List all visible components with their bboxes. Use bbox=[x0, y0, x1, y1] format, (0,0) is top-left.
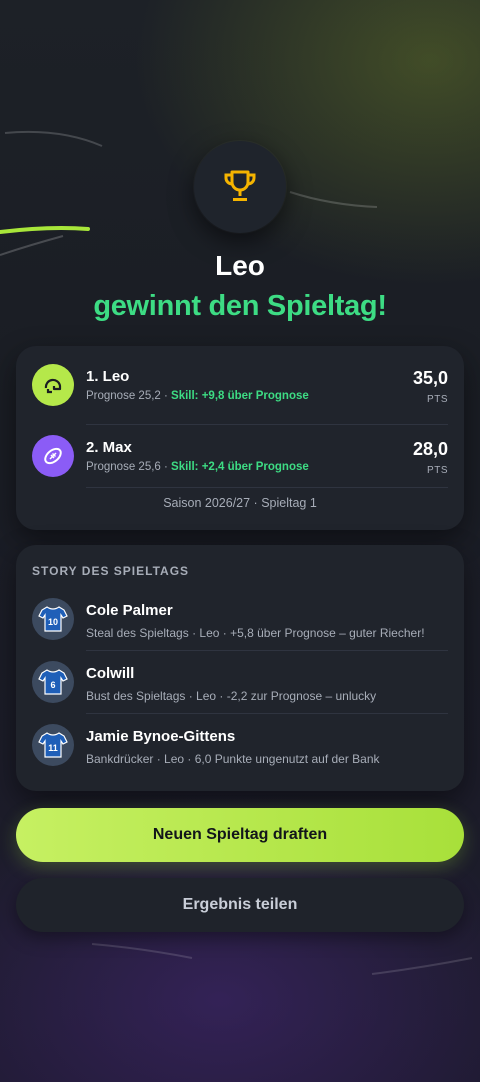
jersey-avatar: 11 bbox=[32, 724, 74, 766]
result-row: 2. Max Prognose 25,6 · Skill: +2,4 über … bbox=[16, 425, 464, 487]
player-meta: Prognose 25,2 · Skill: +9,8 über Prognos… bbox=[86, 390, 309, 402]
football-icon bbox=[44, 447, 62, 465]
new-matchday-draft-button[interactable]: Neuen Spieltag draften bbox=[16, 808, 464, 862]
divider bbox=[86, 713, 448, 714]
trophy-icon bbox=[224, 170, 256, 201]
player-story: Bankdrücker · Leo · 6,0 Punkte ungenutzt… bbox=[86, 752, 380, 766]
avatar bbox=[32, 364, 74, 406]
player-name: Colwill bbox=[86, 665, 135, 682]
winner-subtitle: gewinnt den Spieltag! bbox=[93, 290, 387, 322]
winner-name: Leo bbox=[215, 250, 265, 281]
player-story: Steal des Spieltags · Leo · +5,8 über Pr… bbox=[86, 626, 425, 640]
story-title: STORY DES SPIELTAGS bbox=[32, 564, 190, 578]
jersey-icon: 6 bbox=[38, 669, 68, 695]
player-meta: Prognose 25,6 · Skill: +2,4 über Prognos… bbox=[86, 461, 309, 473]
jersey-number: 10 bbox=[48, 617, 58, 627]
points-value: 35,0 bbox=[412, 368, 448, 388]
jersey-number: 11 bbox=[48, 743, 58, 753]
points-value: 28,0 bbox=[412, 439, 448, 459]
story-card: STORY DES SPIELTAGS 10 Cole Palmer Steal… bbox=[16, 545, 464, 791]
player-story: Bust des Spieltags · Leo · -2,2 zur Prog… bbox=[86, 689, 377, 703]
results-card: 1. Leo Prognose 25,2 · Skill: +9,8 über … bbox=[16, 346, 464, 530]
season-label: Saison 2026/27 · Spieltag 1 bbox=[163, 496, 317, 510]
story-item: 10 Cole Palmer Steal des Spieltags · Leo… bbox=[16, 590, 464, 653]
player-name: Jamie Bynoe-Gittens bbox=[86, 728, 236, 745]
skill-text: Skill: +2,4 über Prognose bbox=[171, 461, 309, 473]
points-label: PTS bbox=[427, 465, 448, 476]
trophy-badge bbox=[194, 141, 286, 233]
prognose-text: Prognose 25,6 · bbox=[86, 461, 172, 473]
jersey-number: 6 bbox=[50, 680, 55, 690]
avatar bbox=[32, 435, 74, 477]
share-result-button[interactable]: Ergebnis teilen bbox=[16, 878, 464, 932]
points-label: PTS bbox=[427, 394, 448, 405]
story-item: 6 Colwill Bust des Spieltags · Leo · -2,… bbox=[16, 653, 464, 716]
jersey-avatar: 6 bbox=[32, 661, 74, 703]
skill-text: Skill: +9,8 über Prognose bbox=[171, 390, 309, 402]
helmet-icon bbox=[44, 378, 62, 394]
story-item: 11 Jamie Bynoe-Gittens Bankdrücker · Leo… bbox=[16, 716, 464, 779]
player-name: 2. Max bbox=[86, 439, 132, 456]
prognose-text: Prognose 25,2 · bbox=[86, 390, 172, 402]
jersey-avatar: 10 bbox=[32, 598, 74, 640]
divider bbox=[86, 650, 448, 651]
divider bbox=[86, 487, 448, 488]
player-name: 1. Leo bbox=[86, 368, 130, 385]
jersey-icon: 11 bbox=[38, 732, 68, 758]
result-row: 1. Leo Prognose 25,2 · Skill: +9,8 über … bbox=[16, 354, 464, 416]
player-name: Cole Palmer bbox=[86, 602, 173, 619]
jersey-icon: 10 bbox=[38, 606, 68, 632]
